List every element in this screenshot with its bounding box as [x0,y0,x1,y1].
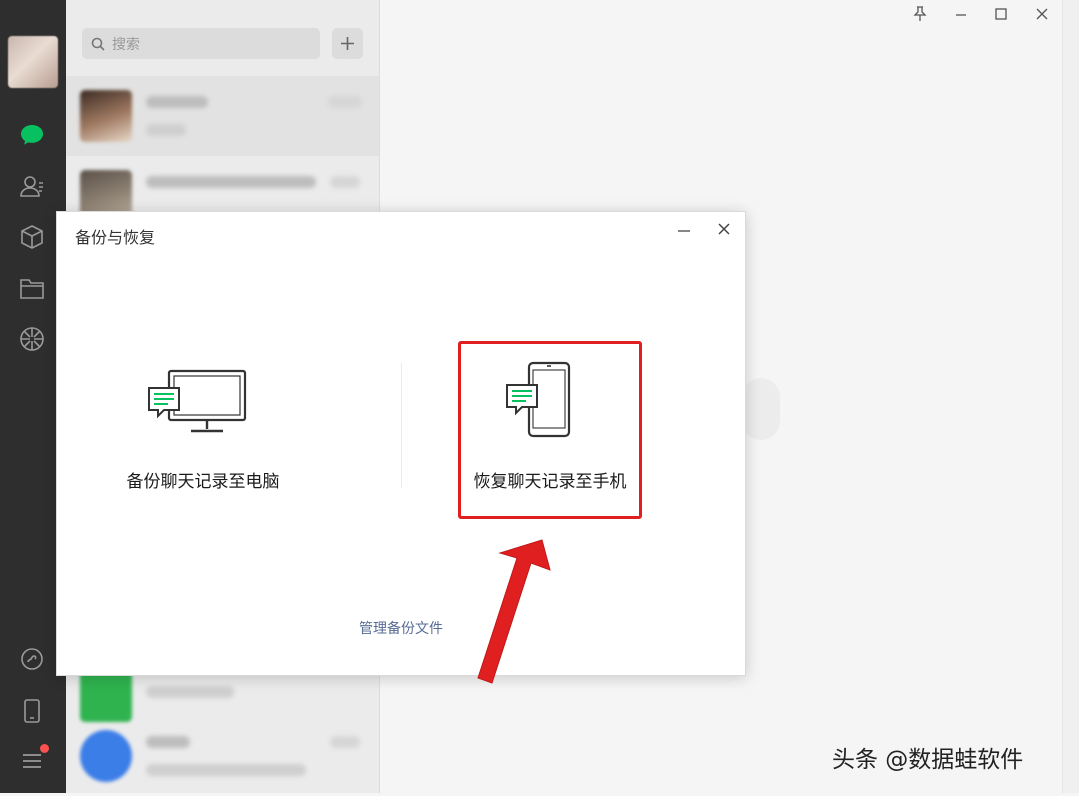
red-arrow-annotation [477,539,551,684]
watermark-text: 头条 @数据蛙软件 [832,747,1024,773]
